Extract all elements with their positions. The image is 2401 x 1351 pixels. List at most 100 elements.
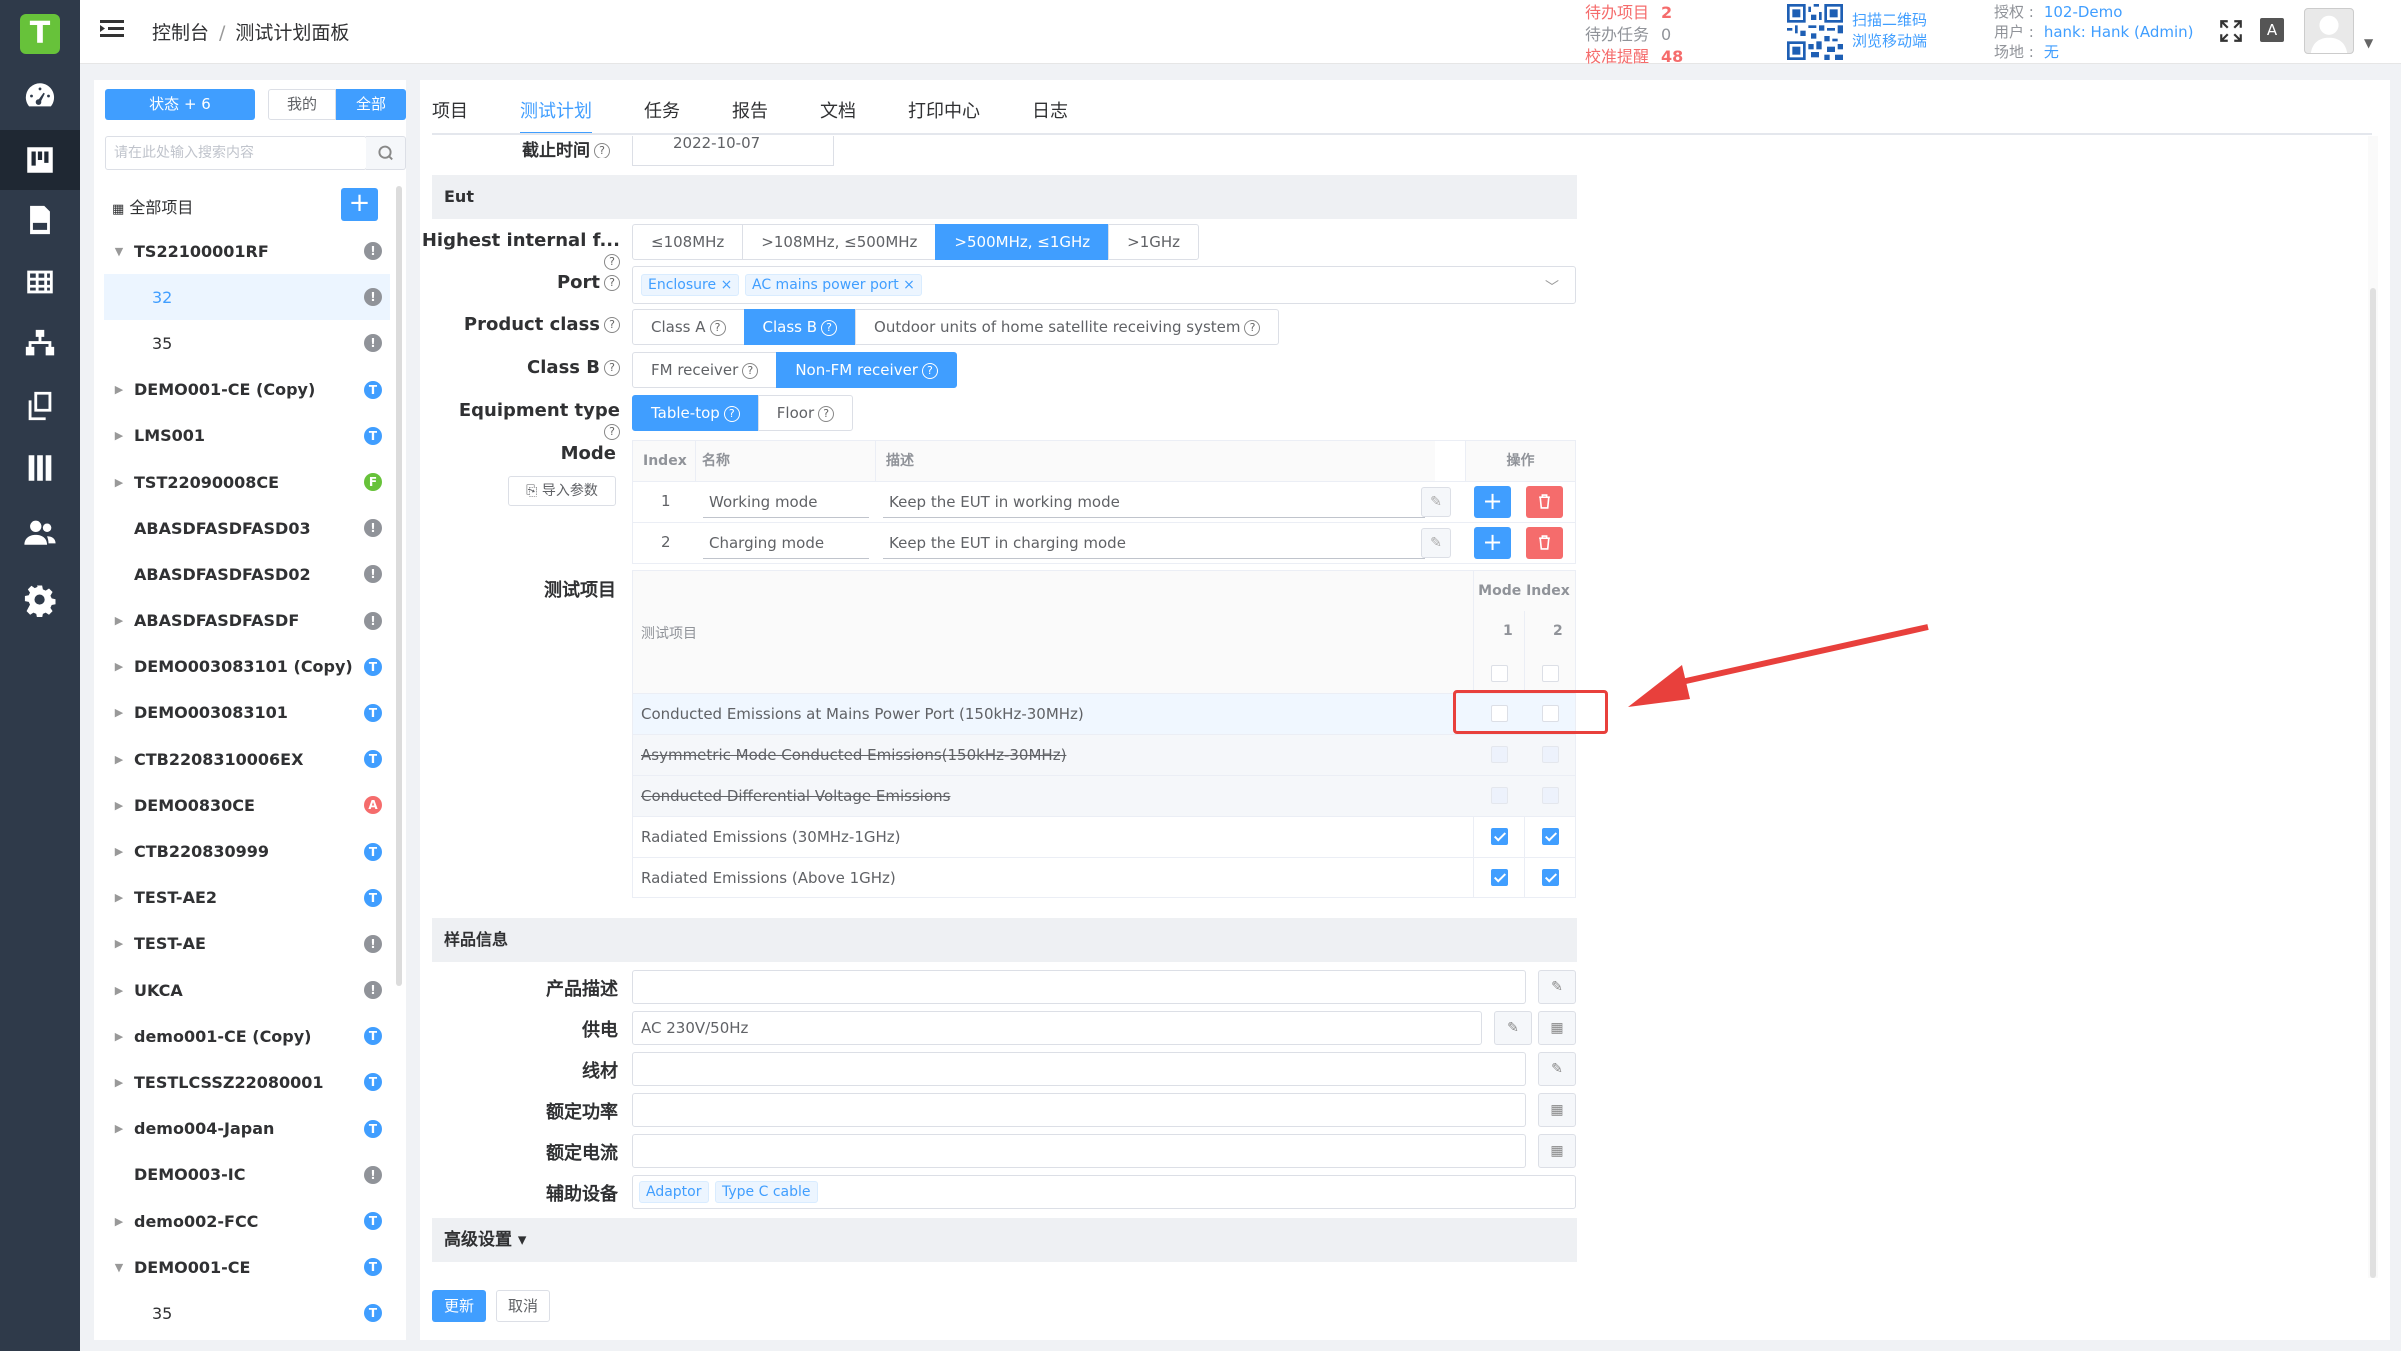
project-tree-item[interactable]: ▶ DEMO003083101 (Copy) T [104,644,390,690]
mode-desc-input[interactable]: Keep the EUT in working mode [883,486,1425,518]
deadline-input[interactable]: 2022-10-07 [632,136,834,166]
rated-power-input[interactable] [632,1093,1526,1127]
tab-4[interactable]: 文档 [820,90,856,134]
project-tree-item[interactable]: ▶ DEMO0830CE A [104,782,390,828]
edit-icon[interactable]: ✎ [1538,970,1576,1004]
project-tree-item[interactable]: ▶ TEST-AE2 T [104,875,390,921]
tab-1[interactable]: 测试计划 [520,90,592,134]
advanced-settings-toggle[interactable]: 高级设置 ▾ [432,1218,1577,1262]
mode-2-checkbox[interactable] [1542,828,1559,845]
chevron-down-icon[interactable]: ﹀ [1545,277,1559,297]
users-icon[interactable] [0,502,80,562]
content-scrollbar[interactable] [2370,288,2376,1278]
chevron-right-icon[interactable]: ▶ [104,1030,134,1043]
qr-scan-link[interactable]: 扫描二维码 浏览移动端 [1852,10,1927,52]
freq-options-option[interactable]: >500MHz, ≤1GHz [935,224,1110,260]
mine-filter-button[interactable]: 我的 [268,89,336,120]
project-tree-item[interactable]: ▶ TEST-AE! [104,921,390,967]
gear-icon[interactable] [0,570,80,630]
copy-icon[interactable] [0,376,80,436]
mode-desc-input[interactable]: Keep the EUT in charging mode [883,527,1425,559]
chevron-right-icon[interactable]: ▶ [104,660,134,673]
chevron-down-icon[interactable]: ▼ [104,245,134,258]
port-select[interactable]: Enclosure × AC mains power port × ﹀ [632,266,1576,304]
project-tree-item[interactable]: ▶ UKCA! [104,967,390,1013]
chevron-right-icon[interactable]: ▶ [104,1122,134,1135]
project-tree-item[interactable]: ▶ DEMO001-CE (Copy) T [104,367,390,413]
mode-2-checkbox[interactable] [1542,787,1559,804]
project-tree-item[interactable]: ▶ TESTLCSSZ22080001 T [104,1059,390,1105]
qr-code-icon[interactable] [1786,4,1844,60]
mode-name-input[interactable]: Charging mode [703,527,869,559]
doc-icon[interactable] [0,190,80,250]
cable-input[interactable] [632,1052,1526,1086]
table-icon[interactable] [0,252,80,312]
mode-2-checkbox[interactable] [1542,869,1559,886]
search-icon[interactable] [366,136,406,170]
all-filter-button[interactable]: 全部 [336,89,406,120]
sitemap-icon[interactable] [0,314,80,374]
font-size-button[interactable]: A [2260,18,2284,42]
edit-icon[interactable]: ✎ [1421,528,1451,558]
chevron-right-icon[interactable]: ▶ [104,753,134,766]
update-button[interactable]: 更新 [432,1290,486,1322]
classb-options-option[interactable]: FM receiver? [632,352,778,388]
add-mode-button[interactable]: + [1474,486,1511,518]
breadcrumb-home[interactable]: 控制台 [152,22,209,44]
project-tree-item[interactable]: ▼ TS22100001RF! [104,228,390,274]
chevron-right-icon[interactable]: ▶ [104,614,134,627]
delete-mode-button[interactable] [1526,527,1563,559]
chevron-right-icon[interactable]: ▶ [104,799,134,812]
add-mode-button[interactable]: + [1474,527,1511,559]
chevron-right-icon[interactable]: ▶ [104,845,134,858]
project-tree-item[interactable]: DEMO003-IC! [104,1152,390,1198]
tab-2[interactable]: 任务 [644,90,680,134]
chevron-right-icon[interactable]: ▶ [104,429,134,442]
project-tree-item[interactable]: ▶ ABASDFASDFASDF! [104,598,390,644]
mode-name-input[interactable]: Working mode [703,486,869,518]
edit-icon[interactable]: ✎ [1538,1052,1576,1086]
cancel-button[interactable]: 取消 [496,1290,550,1322]
chevron-right-icon[interactable]: ▶ [104,1076,134,1089]
status-filter-button[interactable]: 状态 + 6 [105,89,255,120]
rated-current-input[interactable] [632,1134,1526,1168]
mode-1-checkbox[interactable] [1491,746,1508,763]
project-tree-item[interactable]: ABASDFASDFASD03! [104,505,390,551]
mode-1-checkbox[interactable] [1491,828,1508,845]
equip-options-option[interactable]: Floor? [757,395,854,431]
chevron-right-icon[interactable]: ▶ [104,891,134,904]
select-all-mode-2-checkbox[interactable] [1542,665,1559,682]
product-desc-input[interactable] [632,970,1526,1004]
app-logo[interactable]: T [20,14,60,54]
project-tree-item[interactable]: ▶ DEMO003083101 T [104,690,390,736]
mode-2-checkbox[interactable] [1542,746,1559,763]
board-icon[interactable] [0,130,80,190]
class-options-option[interactable]: Outdoor units of home satellite receivin… [855,309,1280,345]
chevron-right-icon[interactable]: ▶ [104,937,134,950]
project-tree-item[interactable]: ▶ LMS001 T [104,413,390,459]
dashboard-icon[interactable] [0,66,80,126]
project-tree-item[interactable]: 35! [104,320,390,366]
project-tree-item[interactable]: ▶ TST22090008CE F [104,459,390,505]
avatar[interactable] [2304,8,2354,54]
mode-1-checkbox[interactable] [1491,869,1508,886]
grid-icon[interactable]: ▦ [1538,1011,1576,1045]
close-icon[interactable]: × [903,277,915,293]
chevron-right-icon[interactable]: ▶ [104,476,134,489]
project-scrollbar[interactable] [396,186,402,986]
project-search-input[interactable]: 请在此处输入搜索内容 [105,136,367,170]
menu-toggle-icon[interactable] [100,18,124,40]
tab-6[interactable]: 日志 [1032,90,1068,134]
project-tree-item[interactable]: ▶ demo004-Japan T [104,1106,390,1152]
chevron-right-icon[interactable]: ▶ [104,706,134,719]
chevron-down-icon[interactable]: ▼ [104,1261,134,1274]
project-tree-item[interactable]: ABASDFASDFASD02! [104,551,390,597]
aux-equipment-input[interactable]: Adaptor Type C cable [632,1175,1576,1209]
tab-0[interactable]: 项目 [432,90,468,134]
project-tree-item[interactable]: 35 T [104,1290,390,1336]
add-project-button[interactable]: + [341,188,378,221]
project-tree-item[interactable]: ▶ CTB2208310006EX T [104,736,390,782]
fullscreen-icon[interactable] [2218,18,2244,44]
chevron-right-icon[interactable]: ▶ [104,1215,134,1228]
class-options-option[interactable]: Class A? [632,309,745,345]
